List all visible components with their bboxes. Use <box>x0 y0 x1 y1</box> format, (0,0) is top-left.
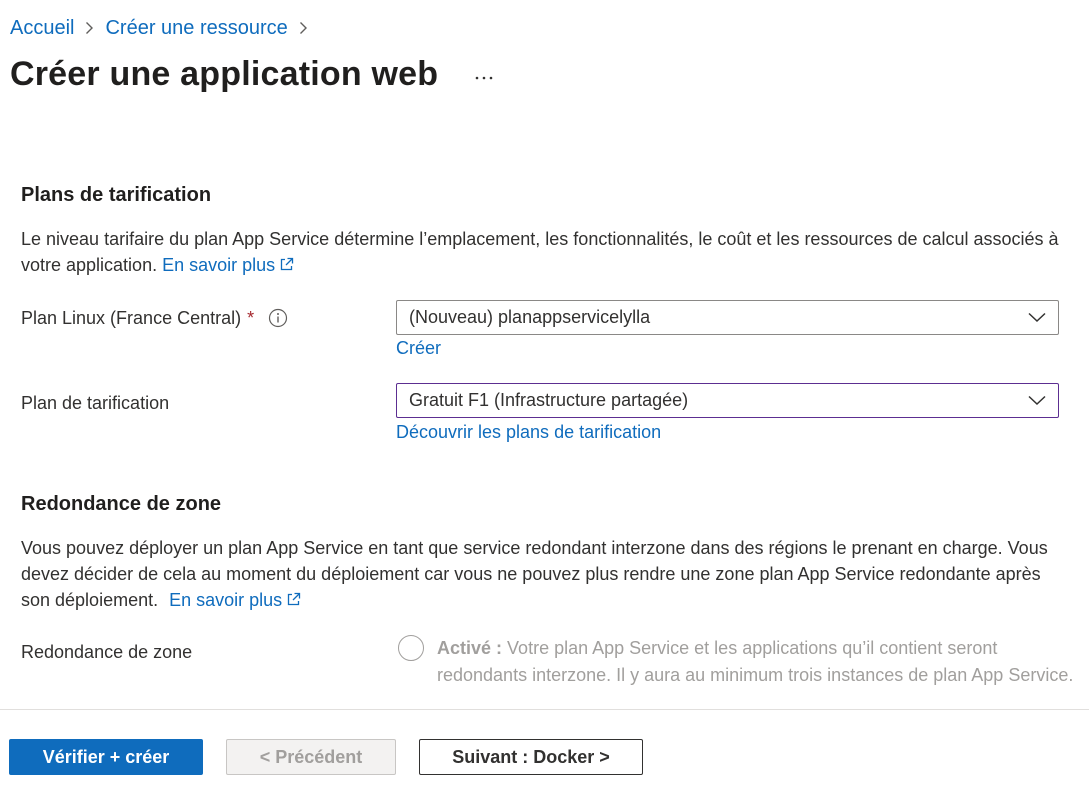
plan-linux-label: Plan Linux (France Central) * <box>21 306 288 330</box>
zone-option-label: Activé : <box>437 638 503 658</box>
form-scroll-area: Plans de tarification Le niveau tarifair… <box>0 0 1089 709</box>
plan-linux-dropdown[interactable]: (Nouveau) planappservicelylla <box>396 300 1059 335</box>
chevron-down-icon <box>1028 307 1046 328</box>
zone-description: Vous pouvez déployer un plan App Service… <box>21 535 1061 614</box>
info-icon[interactable] <box>268 308 288 328</box>
pricing-tier-selected-value: Gratuit F1 (Infrastructure partagée) <box>409 390 689 410</box>
zone-redundancy-enabled-radio[interactable] <box>398 635 424 661</box>
required-indicator: * <box>247 307 255 328</box>
pricing-tier-label: Plan de tarification <box>21 392 170 413</box>
zone-section-title: Redondance de zone <box>21 493 222 515</box>
next-docker-button[interactable]: Suivant : Docker > <box>419 739 643 775</box>
pricing-description: Le niveau tarifaire du plan App Service … <box>21 226 1061 279</box>
create-plan-link[interactable]: Créer <box>396 338 441 359</box>
zone-redundancy-label: Redondance de zone <box>21 641 193 662</box>
chevron-down-icon <box>1028 390 1046 411</box>
plan-linux-label-text: Plan Linux (France Central) <box>21 307 242 328</box>
zone-learn-more-link[interactable]: En savoir plus <box>169 590 301 610</box>
zone-learn-more-label: En savoir plus <box>169 590 283 610</box>
external-link-icon <box>286 588 301 614</box>
previous-button[interactable]: < Précédent <box>226 739 396 775</box>
pricing-learn-more-label: En savoir plus <box>162 255 276 275</box>
zone-option-description: Votre plan App Service et les applicatio… <box>437 638 1074 685</box>
external-link-icon <box>279 253 294 279</box>
pricing-section-title: Plans de tarification <box>21 184 212 206</box>
review-create-button[interactable]: Vérifier + créer <box>9 739 203 775</box>
pricing-learn-more-link[interactable]: En savoir plus <box>162 255 294 275</box>
pricing-tier-dropdown[interactable]: Gratuit F1 (Infrastructure partagée) <box>396 383 1059 418</box>
zone-redundancy-enabled-text: Activé : Votre plan App Service et les a… <box>437 635 1077 689</box>
footer-divider <box>0 709 1089 710</box>
plan-linux-selected-value: (Nouveau) planappservicelylla <box>409 307 651 327</box>
discover-pricing-plans-link[interactable]: Découvrir les plans de tarification <box>396 422 661 443</box>
